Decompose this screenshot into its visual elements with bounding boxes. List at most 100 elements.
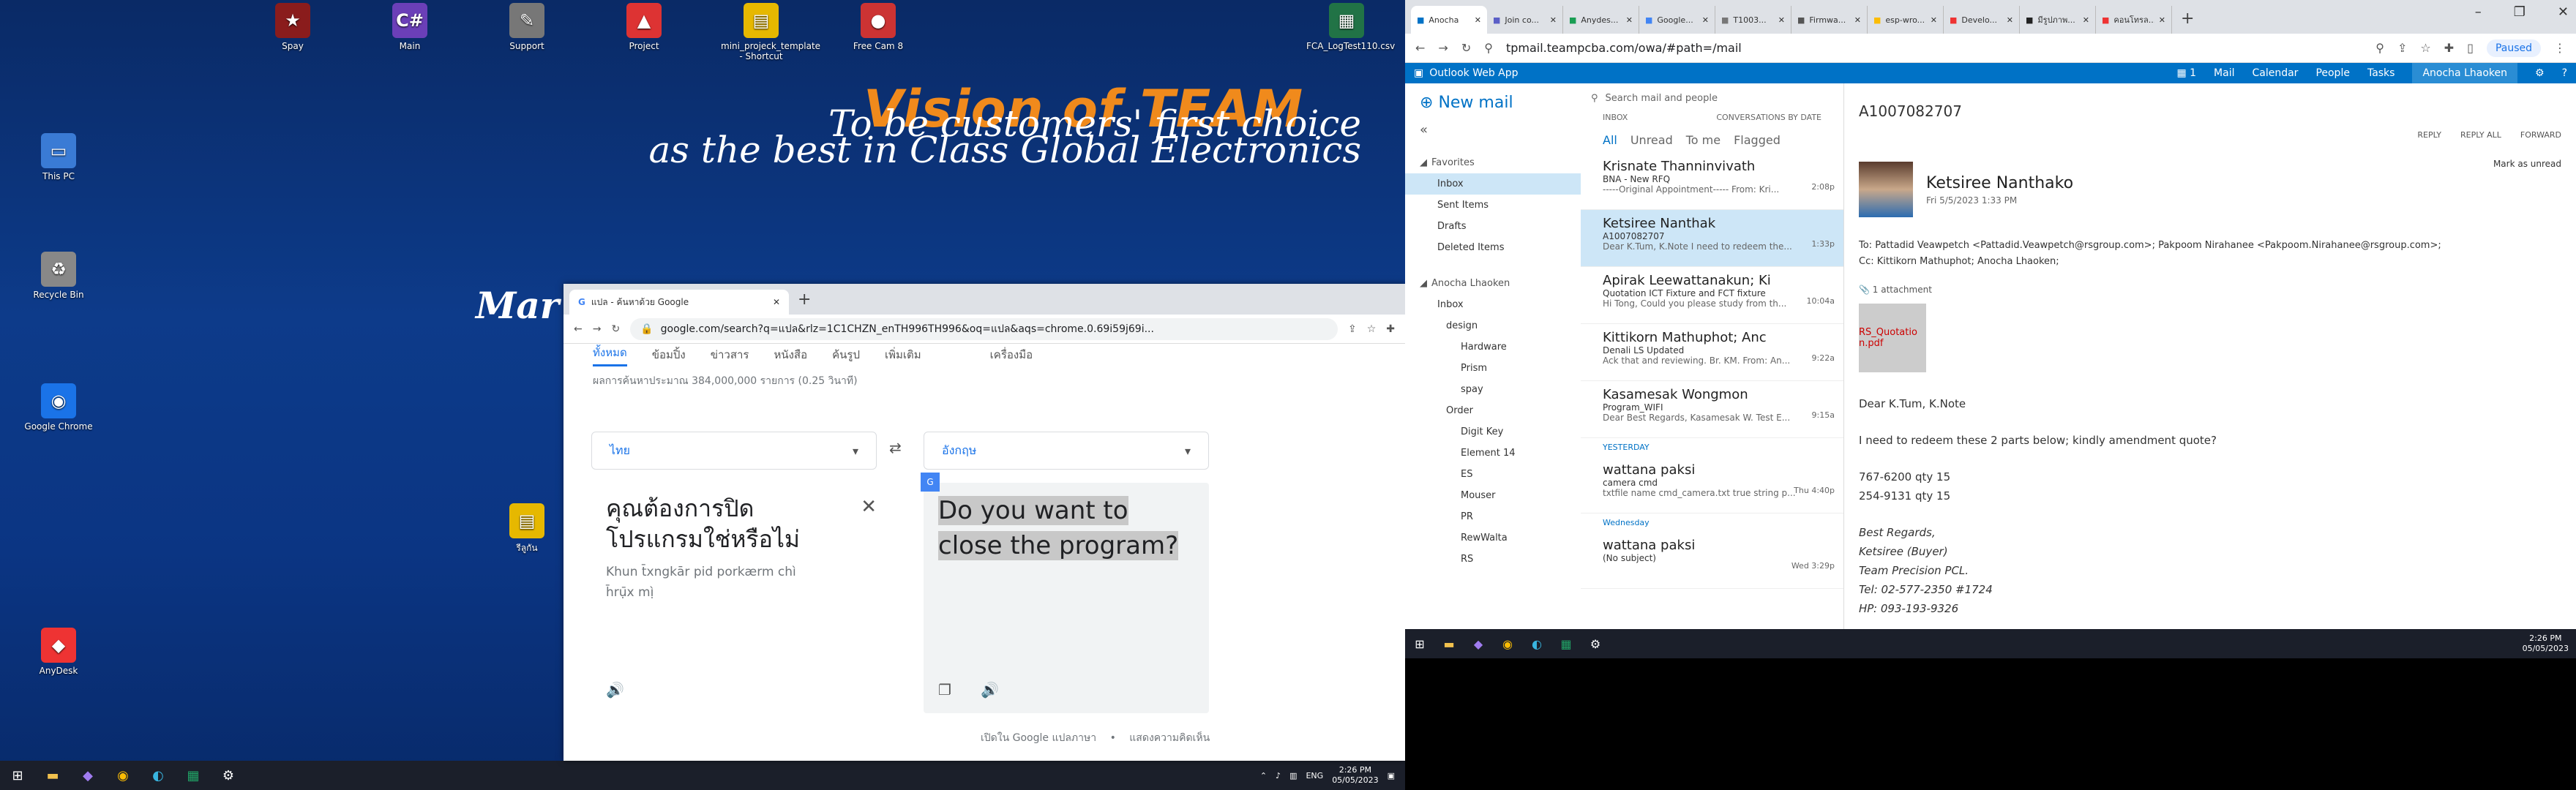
visual-studio-icon[interactable]: ◆ xyxy=(70,761,105,790)
source-text[interactable]: คุณต้องการปิดโปรแกรมใช่หรือไม่ xyxy=(606,493,825,554)
close-icon[interactable]: ✕ xyxy=(2558,4,2569,20)
settings-icon[interactable]: ⚙ xyxy=(1581,629,1610,658)
close-icon[interactable]: ✕ xyxy=(1931,15,1937,25)
desktop-icon[interactable]: ♻ Recycle Bin xyxy=(18,252,99,300)
list-item[interactable]: Ketsiree Nanthak A1007082707 Dear K.Tum, K… xyxy=(1581,210,1843,267)
account-header[interactable]: ◢ Anocha Lhaoken xyxy=(1405,273,1581,294)
browser-tab[interactable]: ■ Anydes... ✕ xyxy=(1563,6,1639,34)
search-tab[interactable]: ทั้งหมด xyxy=(593,344,627,366)
language-indicator[interactable]: ENG xyxy=(1306,771,1323,780)
desktop-icon[interactable]: ▲ Project xyxy=(604,3,684,51)
sidebar-icon[interactable]: ▯ xyxy=(2467,41,2474,55)
folder-item[interactable]: Deleted Items xyxy=(1405,237,1581,258)
calendar-count-icon[interactable]: ▦ 1 xyxy=(2176,67,2196,79)
close-icon[interactable]: ✕ xyxy=(1475,15,1481,25)
folder-item[interactable]: Sent Items xyxy=(1405,195,1581,216)
menu-icon[interactable]: ⋮ xyxy=(2554,41,2566,55)
excel-icon[interactable]: ▦ xyxy=(1551,629,1581,658)
favorites-header[interactable]: ◢ Favorites xyxy=(1405,152,1581,173)
share-icon[interactable]: ⇪ xyxy=(2397,41,2407,55)
reply-all-button[interactable]: REPLY ALL xyxy=(2460,130,2501,140)
desktop-icon[interactable]: ▦ FCA_LogTest110.csv xyxy=(1306,3,1395,51)
edge-icon[interactable]: ◐ xyxy=(141,761,176,790)
search-tab[interactable]: ข้อมปิ้ง xyxy=(652,346,686,364)
folder-item[interactable]: Digit Key xyxy=(1405,421,1581,443)
settings-icon[interactable]: ⚙ xyxy=(2535,67,2545,79)
filter-to-me[interactable]: To me xyxy=(1686,133,1721,147)
list-item[interactable]: Kittikorn Mathuphot; Anc Denali LS Update… xyxy=(1581,324,1843,381)
new-tab-button[interactable]: + xyxy=(789,290,820,315)
start-icon[interactable]: ⊞ xyxy=(1405,629,1434,658)
new-mail-button[interactable]: ⊕ New mail xyxy=(1405,83,1581,122)
search-tab[interactable]: เพิ่มเติม xyxy=(885,346,921,364)
notification-icon[interactable]: ▣ xyxy=(1388,771,1395,780)
reload-icon[interactable]: ↻ xyxy=(611,323,620,335)
browser-tab[interactable]: ■ มีรูปภาพ... ✕ xyxy=(2020,6,2096,34)
filter-all[interactable]: All xyxy=(1603,133,1617,147)
open-in-translate-link[interactable]: เปิดใน Google แปลภาษา xyxy=(981,732,1096,744)
zoom-icon[interactable]: ⚲ xyxy=(2375,41,2384,55)
clear-text-icon[interactable]: ✕ xyxy=(861,496,877,518)
tab-translate[interactable]: G แปล - ค้นหาด้วย Google ✕ xyxy=(569,290,789,315)
list-item[interactable]: Apirak Leewattanakun; Ki Quotation ICT Fi… xyxy=(1581,267,1843,324)
source-language-select[interactable]: ไทย ▾ xyxy=(591,432,877,470)
desktop-icon[interactable]: ◉ Google Chrome xyxy=(18,383,99,432)
collapse-pane-icon[interactable]: « xyxy=(1405,122,1581,152)
back-icon[interactable]: ← xyxy=(1415,41,1425,55)
maximize-icon[interactable]: ❐ xyxy=(2514,4,2526,20)
folder-item[interactable]: RS xyxy=(1405,549,1581,570)
filter-unread[interactable]: Unread xyxy=(1630,133,1673,147)
desktop-icon[interactable]: ✎ Support xyxy=(487,3,567,51)
list-item[interactable]: wattana paksi (No subject) Wed 3:29p xyxy=(1581,532,1843,589)
feedback-link[interactable]: แสดงความคิดเห็น xyxy=(1129,732,1210,744)
browser-tab[interactable]: ■ Develo... ✕ xyxy=(1944,6,2020,34)
minimize-icon[interactable]: – xyxy=(2475,4,2482,20)
desktop-icon[interactable]: ★ Spay xyxy=(252,3,333,51)
back-icon[interactable]: ← xyxy=(574,323,583,335)
source-text-pane[interactable]: คุณต้องการปิดโปรแกรมใช่หรือไม่ ✕ Khun t̄… xyxy=(591,483,899,713)
close-icon[interactable]: ✕ xyxy=(1626,15,1633,25)
file-explorer-icon[interactable]: ▬ xyxy=(35,761,70,790)
visual-studio-icon[interactable]: ◆ xyxy=(1464,629,1493,658)
new-tab-button[interactable]: + xyxy=(2172,10,2203,34)
reload-icon[interactable]: ↻ xyxy=(1461,41,1471,55)
sender-name[interactable]: Ketsiree Nanthako xyxy=(1926,174,2073,192)
folder-item[interactable]: PR xyxy=(1405,506,1581,527)
filter-flagged[interactable]: Flagged xyxy=(1734,133,1781,147)
browser-tab[interactable]: ■ Firmwa... ✕ xyxy=(1791,6,1868,34)
close-icon[interactable]: ✕ xyxy=(1854,15,1861,25)
listen-translation-icon[interactable]: 🔊 xyxy=(981,681,999,699)
folder-item[interactable]: RewWalta xyxy=(1405,527,1581,549)
share-icon[interactable]: ⇪ xyxy=(1348,323,1357,335)
extensions-icon[interactable]: ✚ xyxy=(2444,41,2454,55)
list-item[interactable]: Kasamesak Wongmon Program_WIFI Dear Best R… xyxy=(1581,381,1843,438)
site-info-icon[interactable]: ⚲ xyxy=(1484,41,1493,55)
desktop-icon[interactable]: ▤ mini_projeck_template - Shortcut xyxy=(721,3,820,61)
folder-item[interactable]: ES xyxy=(1405,464,1581,485)
bookmark-icon[interactable]: ☆ xyxy=(1367,323,1377,335)
translated-text[interactable]: Do you want to close the program? xyxy=(938,496,1179,560)
chrome-icon[interactable]: ◉ xyxy=(1493,629,1522,658)
search-tab[interactable]: เครื่องมือ xyxy=(990,346,1033,364)
desktop-icon[interactable]: ▤ รีลูกัน xyxy=(487,503,567,555)
close-icon[interactable]: ✕ xyxy=(2159,15,2165,25)
file-explorer-icon[interactable]: ▬ xyxy=(1434,629,1464,658)
extensions-icon[interactable]: ✚ xyxy=(1386,323,1395,335)
folder-item[interactable]: Order xyxy=(1405,400,1581,421)
desktop-icon[interactable]: C# Main xyxy=(370,3,450,51)
url-text[interactable]: tpmail.teampcba.com/owa/#path=/mail xyxy=(1506,41,2362,55)
list-item[interactable]: wattana paksi camera cmd txtfile name cm… xyxy=(1581,456,1843,514)
browser-tab[interactable]: ■ คอนโทรล... ✕ xyxy=(2096,6,2172,34)
browser-tab[interactable]: ■ esp-wro... ✕ xyxy=(1868,6,1944,34)
folder-item[interactable]: design xyxy=(1405,315,1581,336)
search-tab[interactable]: ข่าวสาร xyxy=(711,346,749,364)
search-mail[interactable]: ⚲ Search mail and people xyxy=(1581,83,1843,113)
attachment-file[interactable]: RS_Quotatio n.pdf xyxy=(1859,304,1926,372)
copy-icon[interactable]: ❐ xyxy=(938,681,951,699)
url-input[interactable]: 🔒 google.com/search?q=แปล&rlz=1C1CHZN_en… xyxy=(630,317,1338,340)
owa-nav-people[interactable]: People xyxy=(2315,67,2350,79)
desktop-icon[interactable]: ◆ AnyDesk xyxy=(18,628,99,676)
user-menu[interactable]: Anocha Lhaoken xyxy=(2412,63,2517,83)
desktop-icon[interactable]: ● Free Cam 8 xyxy=(838,3,918,51)
owa-nav-calendar[interactable]: Calendar xyxy=(2252,67,2298,79)
